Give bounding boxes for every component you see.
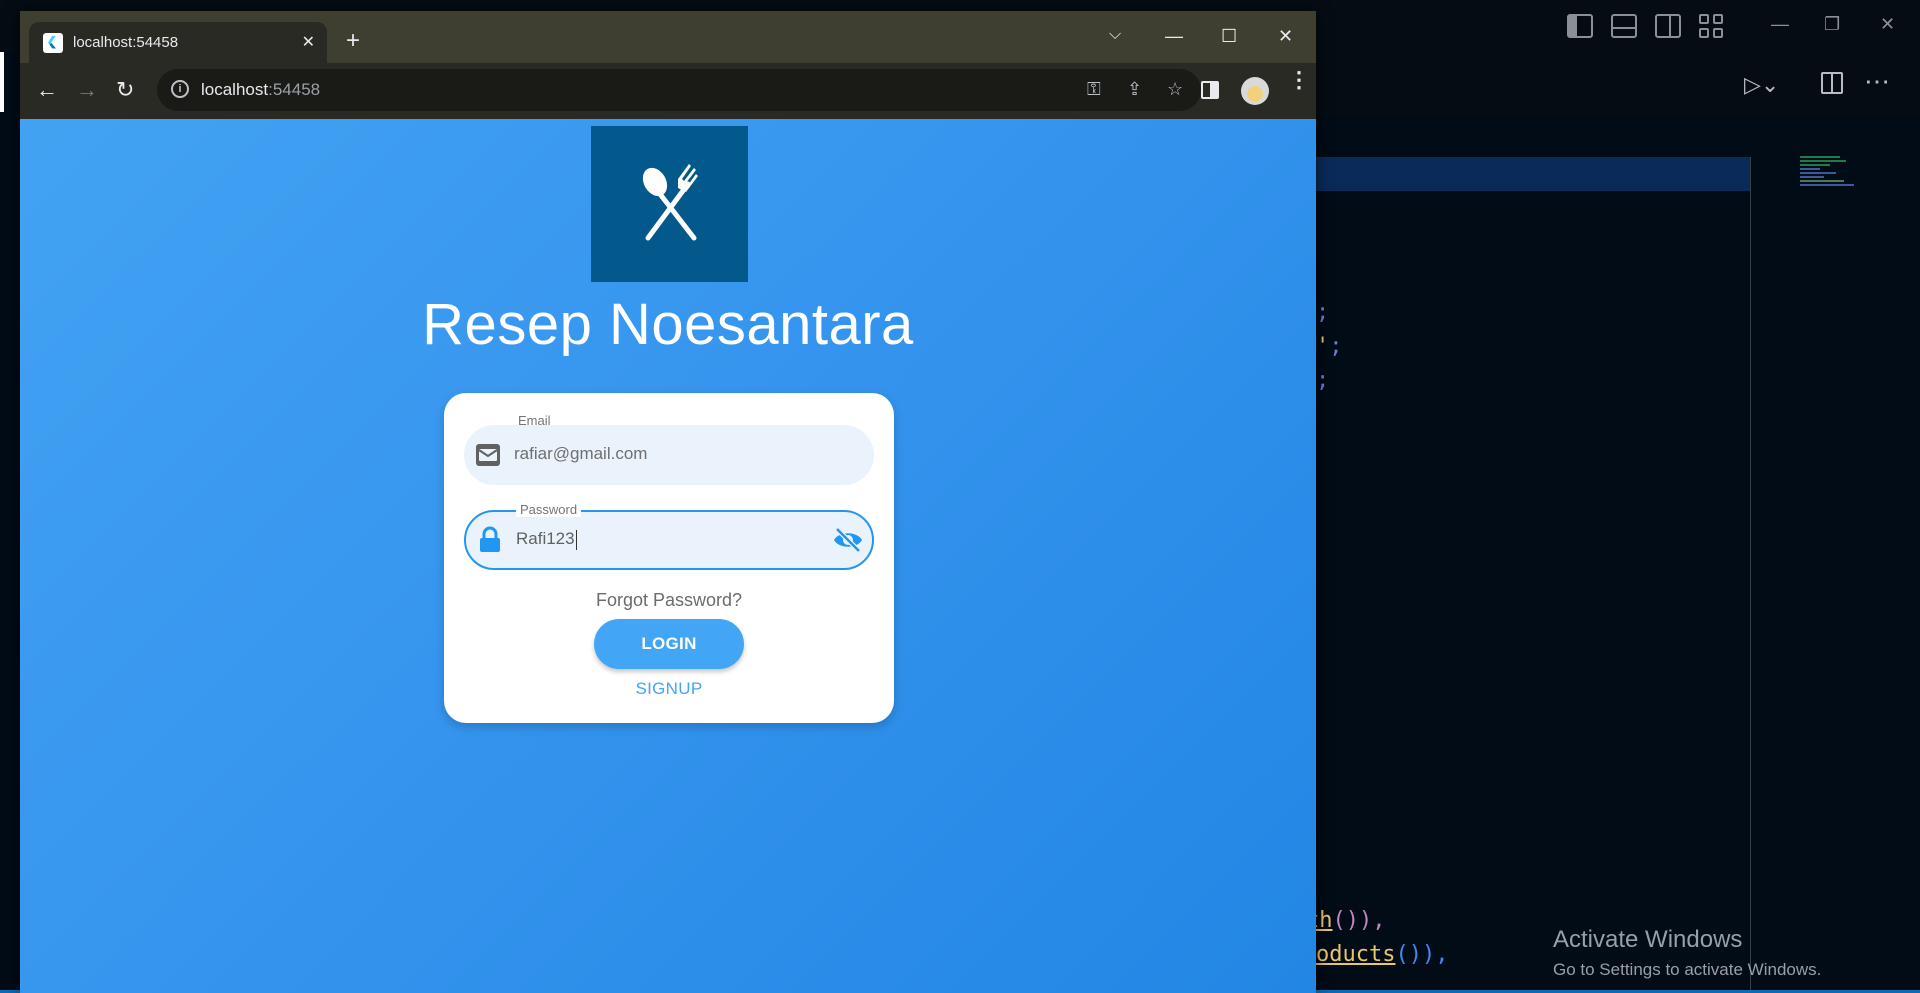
side-panel-icon[interactable] — [1201, 81, 1219, 99]
email-input[interactable]: rafiar@gmail.com — [514, 444, 647, 464]
password-input[interactable]: Rafi123 — [516, 529, 577, 550]
forgot-password-link[interactable]: Forgot Password? — [444, 590, 894, 611]
address-bar[interactable]: i localhost:54458 ⚿ ⇪ ☆ — [157, 69, 1201, 111]
minimize-icon[interactable]: — — [1165, 26, 1183, 47]
code-token: ; — [1329, 334, 1343, 359]
forward-icon[interactable]: → — [76, 77, 98, 103]
editor-ruler — [1750, 157, 1751, 993]
url-host: localhost — [201, 80, 269, 99]
login-button[interactable]: LOGIN — [594, 619, 744, 669]
maximize-icon[interactable]: ☐ — [1221, 26, 1237, 47]
share-icon[interactable]: ⇪ — [1127, 79, 1142, 100]
activate-windows-watermark: Activate Windows Go to Settings to activ… — [1553, 926, 1821, 980]
password-text: Rafi123 — [516, 529, 575, 548]
site-info-icon[interactable]: i — [171, 80, 189, 98]
tab-close-icon[interactable]: ✕ — [302, 32, 315, 52]
url-text[interactable]: localhost:54458 — [201, 80, 320, 100]
bookmark-star-icon[interactable]: ☆ — [1167, 79, 1183, 100]
code-token: ()), — [1332, 908, 1386, 933]
browser-window: localhost:54458 ✕ + ⌵ — ☐ ✕ ← → ↻ i loca… — [20, 11, 1316, 993]
email-icon — [476, 444, 500, 466]
new-tab-icon[interactable]: + — [346, 29, 360, 53]
login-card: Email rafiar@gmail.com Password Rafi123 — [444, 393, 894, 723]
page-viewport: Resep Noesantara Email rafiar@gmail.com … — [20, 119, 1316, 993]
minimap[interactable] — [1800, 156, 1870, 226]
code-line: oducts()), — [1316, 942, 1448, 967]
layout-controls — [1567, 14, 1725, 38]
tab-search-icon[interactable]: ⌵ — [1109, 26, 1121, 44]
browser-menu-icon[interactable]: ⋮ — [1288, 69, 1310, 91]
split-editor-icon[interactable] — [1821, 72, 1843, 94]
customize-layout-icon[interactable] — [1699, 14, 1725, 38]
toggle-secondary-sidebar-icon[interactable] — [1655, 14, 1681, 38]
browser-tab[interactable]: localhost:54458 ✕ — [29, 22, 327, 63]
email-field[interactable]: Email rafiar@gmail.com — [464, 413, 874, 485]
reload-icon[interactable]: ↻ — [116, 77, 134, 103]
code-line: '; — [1316, 334, 1343, 359]
tab-title: localhost:54458 — [73, 34, 179, 51]
watermark-subtitle: Go to Settings to activate Windows. — [1553, 960, 1822, 979]
profile-avatar[interactable] — [1241, 77, 1269, 105]
spoon-fork-icon — [642, 164, 698, 241]
code-token: ' — [1316, 334, 1330, 359]
code-line: ; — [1316, 300, 1330, 325]
code-line: ; — [1316, 368, 1330, 393]
editor-minimize-icon[interactable]: — — [1771, 14, 1789, 35]
editor-close-icon[interactable]: ✕ — [1880, 14, 1895, 35]
more-actions-icon[interactable]: ⋯ — [1864, 66, 1891, 97]
code-line: th()), — [1306, 908, 1385, 933]
signup-link[interactable]: SIGNUP — [444, 679, 894, 699]
visibility-off-icon[interactable] — [832, 526, 864, 554]
lock-icon — [480, 526, 500, 552]
toggle-panel-icon[interactable] — [1611, 14, 1637, 38]
close-window-icon[interactable]: ✕ — [1278, 26, 1293, 47]
code-token: oducts — [1316, 942, 1396, 967]
url-port: :54458 — [268, 80, 321, 99]
app-logo — [591, 126, 748, 282]
watermark-title: Activate Windows — [1553, 926, 1743, 953]
code-token: ()), — [1395, 942, 1449, 967]
flutter-favicon-icon — [43, 32, 63, 53]
password-key-icon[interactable]: ⚿ — [1087, 79, 1101, 100]
run-debug-icon[interactable]: ▷⌄ — [1744, 72, 1779, 98]
back-icon[interactable]: ← — [36, 77, 58, 103]
password-field[interactable]: Password Rafi123 — [464, 502, 874, 570]
email-label: Email — [518, 413, 551, 428]
address-bar-row: ← → ↻ i localhost:54458 ⚿ ⇪ ☆ ⋮ — [20, 63, 1316, 119]
password-label: Password — [516, 502, 582, 517]
current-line-highlight — [1316, 157, 1750, 191]
text-caret — [575, 529, 577, 550]
toggle-primary-sidebar-icon[interactable] — [1567, 14, 1593, 38]
editor-restore-icon[interactable]: ❐ — [1824, 14, 1840, 35]
tab-strip: localhost:54458 ✕ + ⌵ — ☐ ✕ — [20, 11, 1316, 63]
activity-bar-indicator — [0, 52, 4, 112]
app-title: Resep Noesantara — [422, 292, 914, 357]
